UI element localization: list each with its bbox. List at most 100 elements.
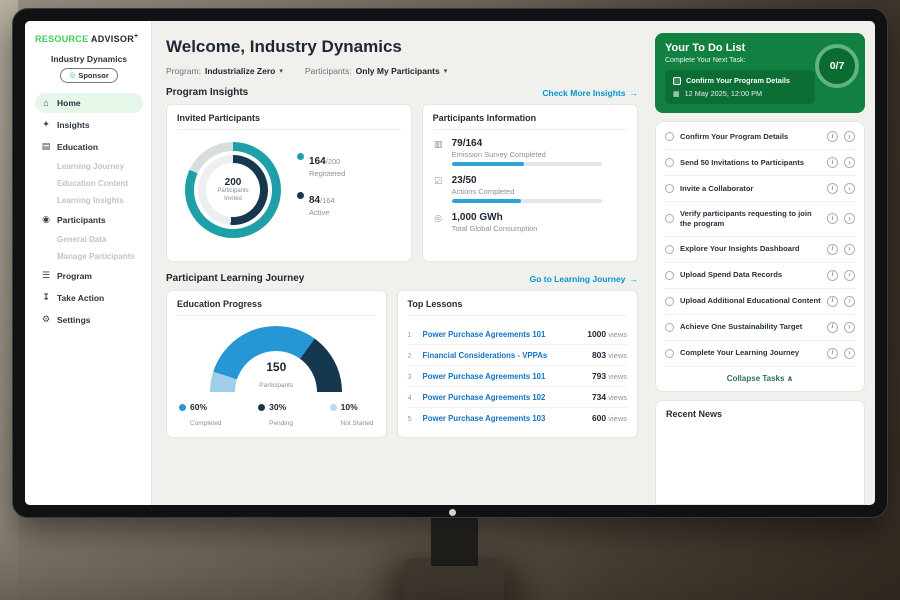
- chevron-right-icon[interactable]: ›: [844, 322, 855, 333]
- task-label: Explore Your Insights Dashboard: [680, 244, 821, 254]
- chevron-down-icon: ▾: [279, 67, 283, 75]
- lesson-views: 803: [592, 350, 606, 360]
- not-started-label: Not Started: [341, 420, 374, 427]
- sidebar-item-manage-participants[interactable]: Manage Participants: [35, 248, 143, 265]
- chevron-up-icon: ∧: [787, 374, 794, 383]
- chevron-right-icon[interactable]: ›: [844, 348, 855, 359]
- lesson-link[interactable]: Financial Considerations - VPPAs: [423, 351, 585, 360]
- task-checkbox[interactable]: [665, 158, 674, 167]
- collapse-label: Collapse Tasks: [727, 374, 785, 383]
- sidebar-item-program[interactable]: ☰ Program: [35, 265, 143, 286]
- chevron-right-icon[interactable]: ›: [844, 213, 855, 224]
- sidebar-item-home[interactable]: ⌂ Home: [35, 93, 143, 113]
- info-icon[interactable]: i: [827, 244, 838, 255]
- check-more-insights-link[interactable]: Check More Insights →: [542, 88, 638, 98]
- info-icon[interactable]: i: [827, 157, 838, 168]
- sidebar-item-participants[interactable]: ◉ Participants: [35, 209, 143, 230]
- invited-participants-donut-chart: 200 Participants Invited: [185, 142, 281, 238]
- card-title: Participants Information: [433, 113, 627, 130]
- info-icon[interactable]: i: [827, 322, 838, 333]
- org-name: Industry Dynamics: [35, 54, 143, 64]
- education-progress-gauge: 150 Participants: [210, 326, 342, 392]
- pending-pct: 30%: [269, 402, 293, 412]
- recent-news-card: Recent News: [655, 400, 865, 505]
- next-task-checkbox[interactable]: [673, 77, 681, 85]
- chevron-right-icon[interactable]: ›: [844, 296, 855, 307]
- actions-icon: ☑: [433, 175, 444, 203]
- sidebar-item-education[interactable]: ▤ Education: [35, 136, 143, 157]
- participants-filter[interactable]: Participants: Only My Participants ▾: [305, 66, 447, 76]
- lesson-link[interactable]: Power Purchase Agreements 103: [423, 414, 585, 423]
- task-label: Confirm Your Program Details: [680, 132, 821, 142]
- task-checkbox[interactable]: [665, 245, 674, 254]
- task-label: Send 50 Invitations to Participants: [680, 158, 821, 168]
- info-icon[interactable]: i: [827, 183, 838, 194]
- donut-center-label: 200 Participants Invited: [185, 142, 281, 238]
- sidebar-item-insights[interactable]: ✦ Insights: [35, 114, 143, 135]
- task-checkbox[interactable]: [665, 214, 674, 223]
- lesson-views: 600: [592, 413, 606, 423]
- metric-actions-completed: ☑ 23/50 Actions Completed: [433, 175, 627, 203]
- dashboard-screen: RESOURCE ADVISOR+ Industry Dynamics ◎ Sp…: [25, 21, 875, 505]
- views-suffix: views: [608, 372, 627, 381]
- chevron-right-icon[interactable]: ›: [844, 270, 855, 281]
- sidebar-item-learning-journey[interactable]: Learning Journey: [35, 158, 143, 175]
- task-checkbox[interactable]: [665, 132, 674, 141]
- monitor-bezel: RESOURCE ADVISOR+ Industry Dynamics ◎ Sp…: [12, 8, 888, 518]
- task-label: Achieve One Sustainability Target: [680, 322, 821, 332]
- go-to-learning-journey-link[interactable]: Go to Learning Journey →: [530, 274, 638, 284]
- recent-news-title: Recent News: [666, 409, 854, 419]
- link-label: Go to Learning Journey: [530, 274, 626, 284]
- sidebar-item-general-data[interactable]: General Data: [35, 231, 143, 248]
- task-checkbox[interactable]: [665, 297, 674, 306]
- sidebar-item-settings[interactable]: ⚙ Settings: [35, 309, 143, 330]
- task-checkbox[interactable]: [665, 349, 674, 358]
- chevron-right-icon[interactable]: ›: [844, 183, 855, 194]
- task-checkbox[interactable]: [665, 271, 674, 280]
- education-progress-card: Education Progress 150 Participants 60%C…: [166, 290, 387, 438]
- insights-cards-row: Invited Participants 200 Participants In…: [166, 104, 638, 262]
- home-icon: ⌂: [41, 98, 51, 108]
- task-row-upload-spend-data[interactable]: Upload Spend Data Records i ›: [665, 263, 855, 289]
- task-checkbox[interactable]: [665, 184, 674, 193]
- sidebar-item-learning-insights[interactable]: Learning Insights: [35, 192, 143, 209]
- lesson-rank: 2: [408, 351, 416, 360]
- legend-active: 84/164 Active: [297, 190, 345, 217]
- info-icon[interactable]: i: [827, 131, 838, 142]
- task-row-send-invitations[interactable]: Send 50 Invitations to Participants i ›: [665, 150, 855, 176]
- lesson-link[interactable]: Power Purchase Agreements 101: [423, 372, 585, 381]
- chevron-right-icon[interactable]: ›: [844, 157, 855, 168]
- collapse-tasks-link[interactable]: Collapse Tasks ∧: [665, 367, 855, 389]
- info-icon[interactable]: i: [827, 213, 838, 224]
- program-filter[interactable]: Program: Industrialize Zero ▾: [166, 66, 283, 76]
- chevron-right-icon[interactable]: ›: [844, 131, 855, 142]
- info-icon[interactable]: i: [827, 270, 838, 281]
- metric-label: Emission Survey Completed: [452, 150, 602, 159]
- task-row-invite-collaborator[interactable]: Invite a Collaborator i ›: [665, 176, 855, 202]
- task-row-complete-learning-journey[interactable]: Complete Your Learning Journey i ›: [665, 341, 855, 367]
- task-row-achieve-target[interactable]: Achieve One Sustainability Target i ›: [665, 315, 855, 341]
- registered-value: 164: [309, 156, 326, 167]
- emission-progress-bar: [452, 162, 602, 166]
- sidebar-item-take-action[interactable]: ↧ Take Action: [35, 287, 143, 308]
- page-title: Welcome, Industry Dynamics: [166, 37, 638, 57]
- nav-label: Insights: [57, 120, 90, 130]
- registered-dot: [297, 153, 304, 160]
- task-checkbox[interactable]: [665, 323, 674, 332]
- lesson-link[interactable]: Power Purchase Agreements 101: [423, 330, 581, 339]
- lesson-link[interactable]: Power Purchase Agreements 102: [423, 393, 585, 402]
- legend-not-started: 10%Not Started: [330, 402, 374, 430]
- info-icon[interactable]: i: [827, 348, 838, 359]
- task-row-confirm-program[interactable]: Confirm Your Program Details i ›: [665, 124, 855, 150]
- task-row-verify-participants[interactable]: Verify participants requesting to join t…: [665, 202, 855, 237]
- sidebar-item-education-content[interactable]: Education Content: [35, 175, 143, 192]
- metric-value: 79/164: [452, 138, 602, 149]
- logo-resource: RESOURCE: [35, 34, 88, 44]
- chevron-down-icon: ▾: [444, 67, 448, 75]
- invited-participants-card: Invited Participants 200 Participants In…: [166, 104, 412, 262]
- task-row-upload-educational-content[interactable]: Upload Additional Educational Content i …: [665, 289, 855, 315]
- info-icon[interactable]: i: [827, 296, 838, 307]
- next-task-box: Confirm Your Program Details ▦ 12 May 20…: [665, 70, 815, 104]
- task-row-explore-insights[interactable]: Explore Your Insights Dashboard i ›: [665, 237, 855, 263]
- chevron-right-icon[interactable]: ›: [844, 244, 855, 255]
